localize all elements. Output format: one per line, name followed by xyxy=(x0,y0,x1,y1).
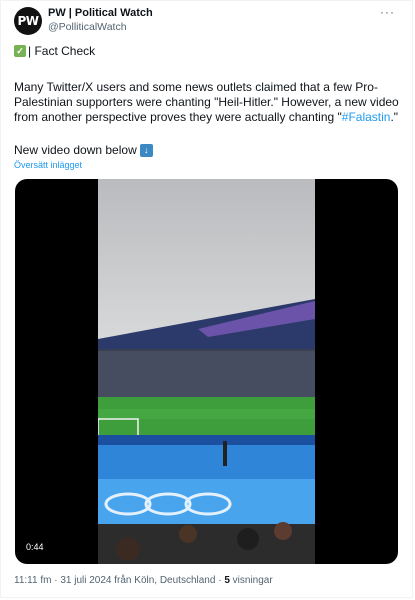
video-player[interactable]: 0:44 xyxy=(15,179,398,564)
hashtag-link[interactable]: #Falastin xyxy=(342,110,391,124)
new-video-label: New video down below xyxy=(14,143,137,157)
post-text: Many Twitter/X users and some news outle… xyxy=(14,80,404,125)
views-label: visningar xyxy=(232,575,273,586)
more-options-icon[interactable]: ··· xyxy=(380,5,395,19)
video-frame[interactable] xyxy=(98,179,315,564)
video-timecode: 0:44 xyxy=(22,540,48,554)
author-handle[interactable]: @PolliticalWatch xyxy=(48,21,127,33)
post-text-end: ." xyxy=(390,110,399,124)
post-card: PW PW | Political Watch @PolliticalWatch… xyxy=(0,0,413,598)
post-time[interactable]: 11:11 fm xyxy=(14,575,51,586)
down-arrow-icon: ↓ xyxy=(139,143,153,157)
stadium-scene xyxy=(98,179,315,564)
fact-check-label: | Fact Check xyxy=(28,44,96,58)
new-video-line: New video down below ↓ xyxy=(14,143,153,157)
check-mark-icon: ✓ xyxy=(14,45,26,57)
post-date-place[interactable]: 31 juli 2024 från Köln, Deutschland xyxy=(60,575,215,586)
avatar-text: PW xyxy=(17,14,39,28)
views-count: 5 xyxy=(224,575,230,586)
avatar[interactable]: PW xyxy=(14,7,42,35)
author-name[interactable]: PW | Political Watch xyxy=(48,7,153,19)
post-meta: 11:11 fm · 31 juli 2024 från Köln, Deuts… xyxy=(14,575,273,586)
translate-link[interactable]: Översätt inlägget xyxy=(14,160,82,170)
fact-check-line: ✓ | Fact Check xyxy=(14,44,95,58)
